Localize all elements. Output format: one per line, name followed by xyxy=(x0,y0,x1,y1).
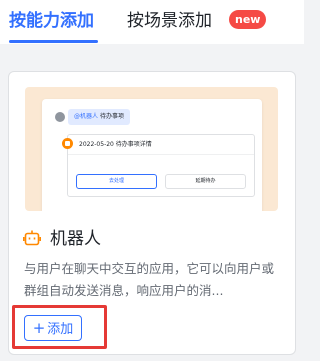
preview-handle-button: 去处理 xyxy=(76,174,157,189)
plus-icon: + xyxy=(32,319,46,337)
preview-message-bubble: @机器人 待办事项 xyxy=(68,109,130,125)
card-preview-image: @机器人 待办事项 2022-05-20 待办事项详情 去处理 延期待办 xyxy=(25,87,278,211)
capability-card-robot: @机器人 待办事项 2022-05-20 待办事项详情 去处理 延期待办 机器人… xyxy=(8,71,296,355)
tab-add-by-scene[interactable]: 按场景添加 xyxy=(127,9,212,33)
preview-todo-text: 2022-05-20 待办事项详情 xyxy=(79,141,152,148)
preview-bot-mention: @机器人 xyxy=(74,113,99,120)
card-title: 机器人 xyxy=(50,229,101,249)
active-tab-indicator xyxy=(9,40,98,43)
card-description: 与用户在聊天中交互的应用，它可以向用户或群组自动发送消息，响应用户的消... xyxy=(24,261,275,298)
preview-chat-panel: @机器人 待办事项 2022-05-20 待办事项详情 去处理 延期待办 xyxy=(42,99,262,211)
new-badge: new xyxy=(229,10,267,29)
preview-task-label: 待办事项 xyxy=(99,113,124,120)
robot-icon xyxy=(23,230,41,246)
avatar xyxy=(55,112,65,122)
todo-icon xyxy=(62,138,73,149)
tab-add-by-capability[interactable]: 按能力添加 xyxy=(9,9,94,33)
preview-postpone-button: 延期待办 xyxy=(165,174,246,189)
preview-todo-card: 2022-05-20 待办事项详情 去处理 延期待办 xyxy=(62,134,255,197)
add-button[interactable]: + 添加 xyxy=(24,315,82,341)
add-button-label: 添加 xyxy=(47,322,74,337)
divider xyxy=(68,154,254,155)
tab-bar: 按能力添加 按场景添加 new xyxy=(0,0,304,44)
